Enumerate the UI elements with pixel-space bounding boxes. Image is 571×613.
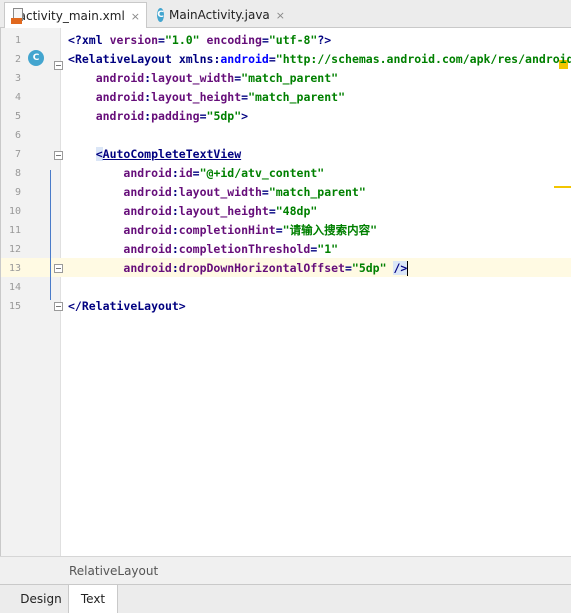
line-number: 3: [14, 73, 21, 84]
text-caret: [407, 261, 409, 276]
line-number: 11: [8, 225, 21, 236]
line-number: 14: [8, 282, 21, 293]
line-number: 7: [14, 149, 21, 160]
code-line-15: </RelativeLayout>: [68, 299, 186, 313]
line-number: 6: [14, 130, 21, 141]
code-line-2: <RelativeLayout xmlns:android="http://sc…: [68, 52, 571, 66]
code-line-3: android:layout_width="match_parent": [95, 71, 339, 85]
code-line-7: <AutoCompleteTextView: [95, 147, 242, 161]
tab-design[interactable]: Design: [14, 585, 68, 613]
code-editor[interactable]: C 1 2 3 4 5 6 7 8 9 10 11 12 13 14 15 <?…: [0, 28, 571, 584]
code-line-8: android:id="@+id/atv_content": [123, 166, 325, 180]
fold-icon[interactable]: [54, 264, 63, 273]
line-number: 1: [14, 35, 21, 46]
fold-icon[interactable]: [54, 61, 63, 70]
class-icon: C: [157, 8, 164, 22]
code-line-4: android:layout_height="match_parent": [95, 90, 345, 104]
code-line-1: <?xml version="1.0" encoding="utf-8"?>: [68, 33, 332, 47]
code-line-12: android:completionThreshold="1": [123, 242, 339, 256]
xml-file-icon: [11, 8, 23, 24]
code-line-10: android:layout_height="48dp": [123, 204, 318, 218]
code-line-13: android:dropDownHorizontalOffset="5dp" /…: [123, 261, 409, 276]
tab-text[interactable]: Text: [68, 585, 118, 613]
line-number: 13: [8, 263, 21, 274]
line-number: 9: [14, 187, 21, 198]
tab-main-activity-java[interactable]: C MainActivity.java ×: [151, 2, 291, 28]
line-number: 4: [14, 92, 21, 103]
scope-indicator: [50, 170, 51, 300]
close-icon[interactable]: ×: [276, 9, 285, 22]
breadcrumb-item[interactable]: RelativeLayout: [69, 564, 158, 578]
line-number: 8: [14, 168, 21, 179]
line-number: 15: [8, 301, 21, 312]
editor-mode-tabs: Design Text: [0, 584, 571, 613]
class-icon[interactable]: C: [28, 50, 44, 66]
tab-label: MainActivity.java: [169, 8, 270, 22]
close-icon[interactable]: ×: [131, 10, 140, 23]
error-stripe-marker[interactable]: [554, 186, 571, 188]
code-line-9: android:layout_width="match_parent": [123, 185, 366, 199]
line-number: 10: [8, 206, 21, 217]
code-line-5: android:padding="5dp">: [95, 109, 249, 123]
breadcrumb: RelativeLayout: [0, 556, 571, 584]
line-number: 12: [8, 244, 21, 255]
line-number: 2: [14, 54, 21, 65]
fold-icon[interactable]: [54, 151, 63, 160]
tab-activity-main-xml[interactable]: activity_main.xml ×: [4, 2, 147, 29]
code-line-11: android:completionHint="请输入搜索内容": [123, 223, 378, 237]
editor-tab-bar: activity_main.xml × C MainActivity.java …: [0, 0, 571, 29]
line-number: 5: [14, 111, 21, 122]
fold-icon[interactable]: [54, 302, 63, 311]
tab-label: activity_main.xml: [18, 9, 125, 23]
